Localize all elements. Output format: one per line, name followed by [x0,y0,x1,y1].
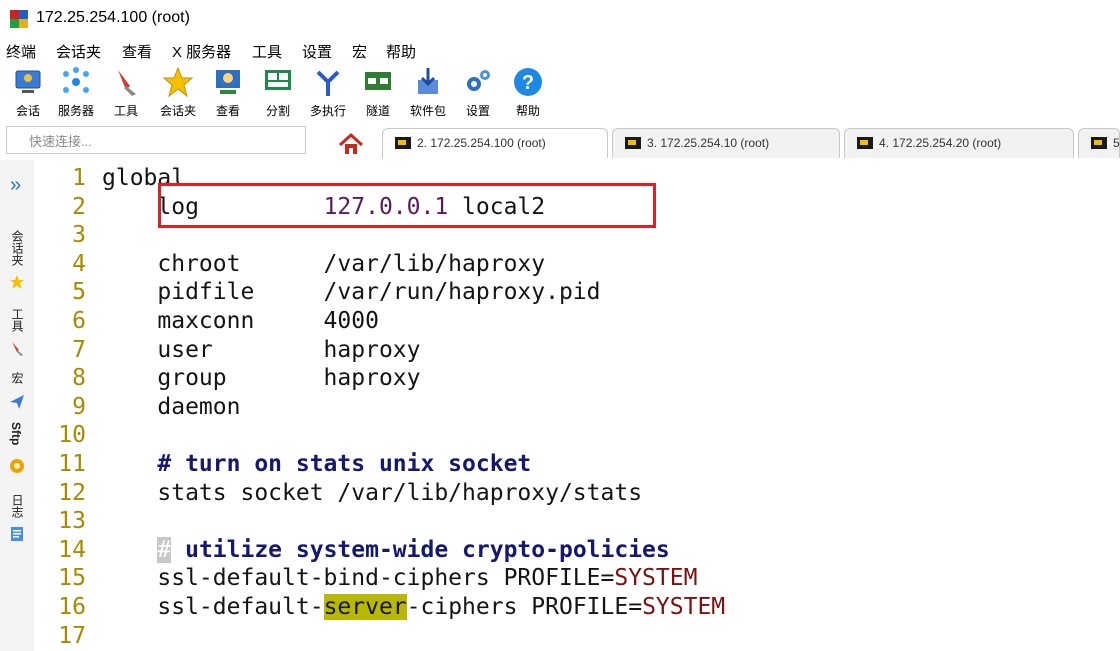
code-text: ssl-default-bind-ciphers PROFILE=SYSTEM [157,565,698,592]
sidebar-item-sftp[interactable]: Sftp [9,422,23,445]
servers-icon [63,67,89,93]
mobaxterm-logo-icon [10,10,28,28]
code-text: stats socket /var/lib/haproxy/stats [157,479,643,506]
settings-button[interactable]: 设置 [452,66,504,119]
line-number: 17 [58,622,86,649]
code-text: maxconn 4000 [157,308,379,334]
window-title: 172.25.254.100 (root) [36,9,190,26]
tools-icon [118,70,136,96]
send-icon [10,395,24,409]
menu-sessions[interactable]: 会话夹 [56,41,101,62]
home-tab[interactable] [330,128,372,158]
menu-terminal[interactable]: 终端 [6,41,36,62]
code-text: pidfile /var/run/haproxy.pid [157,279,601,306]
menu-macros[interactable]: 宏 [352,41,367,62]
session-button[interactable]: 会话 [2,66,54,119]
line-number: 2 [72,193,86,220]
line-number: 1 [72,165,86,191]
quick-connect-input[interactable] [27,128,311,154]
servers-button[interactable]: 服务器 [50,66,102,119]
highlight-box [158,183,656,228]
sidebar-item-tools[interactable]: 工具 [9,308,26,332]
code-text: # turn on stats unix socket [157,451,532,477]
split-icon [265,70,291,90]
menu-xserver[interactable]: X 服务器 [172,41,231,62]
help-icon: ? [514,68,542,96]
line-number: 12 [58,479,86,506]
terminal-tab-icon [395,137,411,149]
expand-sidebar-icon[interactable]: » [10,174,21,197]
code-text: daemon [157,393,241,420]
tab-session-3[interactable]: 3. 172.25.254.10 (root) [612,128,840,158]
sidebar-item-log[interactable]: 日志 [9,494,26,518]
log-icon [11,527,23,541]
terminal-tab-icon [1091,137,1107,149]
sidebar-item-sessions[interactable]: 会话夹 [9,230,26,266]
tools-icon [12,342,23,356]
menu-tools[interactable]: 工具 [252,41,282,62]
svg-text:?: ? [522,72,534,94]
line-number: 7 [72,336,86,363]
packages-button[interactable]: 软件包 [402,66,454,119]
line-number: 9 [72,393,86,420]
terminal-editor[interactable]: 1 global 2 log 127.0.0.1 local2 3 4 chroot /… [34,160,1120,651]
line-number: 14 [58,536,86,563]
multiexec-button[interactable]: 多执行 [302,66,354,119]
terminal-tab-icon [625,137,641,149]
star-icon [162,66,194,98]
line-number: 4 [72,250,86,277]
tab-session-5[interactable]: 5. [1078,128,1120,158]
settings-icon [467,70,490,91]
tab-session-4[interactable]: 4. 172.25.254.20 (root) [844,128,1074,158]
menu-view[interactable]: 查看 [122,41,152,62]
code-text: ssl-default-server-ciphers PROFILE=SYSTE… [157,594,726,620]
code-text: # utilize system-wide crypto-policies [157,536,670,563]
line-number: 5 [72,279,86,306]
split-button[interactable]: 分割 [252,66,304,119]
line-number: 16 [58,594,86,620]
view-button[interactable]: 查看 [202,66,254,119]
title-bar: 172.25.254.100 (root) [0,0,1120,38]
line-number: 6 [72,308,86,334]
quick-connect-box [6,126,311,154]
sftp-icon [10,459,24,473]
tunnel-button[interactable]: 隧道 [352,66,404,119]
toolbar: 会话 服务器 工具 会话夹 查看 分割 多执行 隧道 软件包 设置 ? 帮助 [0,64,1120,124]
tab-session-2[interactable]: 2. 172.25.254.100 (root) [382,128,608,158]
session-tabs: 2. 172.25.254.100 (root) 3. 172.25.254.1… [318,126,1120,158]
favorites-button[interactable]: 会话夹 [152,66,204,119]
view-icon [216,70,240,94]
code-text: group haproxy [157,365,421,392]
menu-settings[interactable]: 设置 [302,41,332,62]
tunnel-icon [365,72,391,90]
line-number: 11 [58,451,86,477]
code-text: chroot /var/lib/haproxy [157,250,546,277]
code-text: user haproxy [157,336,421,363]
sidebar-item-macros[interactable]: 宏 [9,372,26,384]
home-icon [338,132,364,154]
line-number: 15 [58,565,86,592]
menu-help[interactable]: 帮助 [386,41,416,62]
session-icon [15,70,41,93]
line-number: 10 [58,422,86,449]
multiexec-icon [316,70,340,96]
star-icon [10,275,24,289]
help-button[interactable]: ? 帮助 [502,66,554,119]
packages-icon [418,68,438,94]
menu-bar: 终端 会话夹 查看 X 服务器 工具 设置 宏 帮助 [0,38,1120,64]
terminal-tab-icon [857,137,873,149]
tools-button[interactable]: 工具 [100,66,152,119]
line-number: 8 [72,365,86,392]
line-number: 13 [58,508,86,535]
line-number: 3 [72,222,86,249]
left-sidebar: » 会话夹 工具 宏 Sftp 日志 [0,160,35,651]
